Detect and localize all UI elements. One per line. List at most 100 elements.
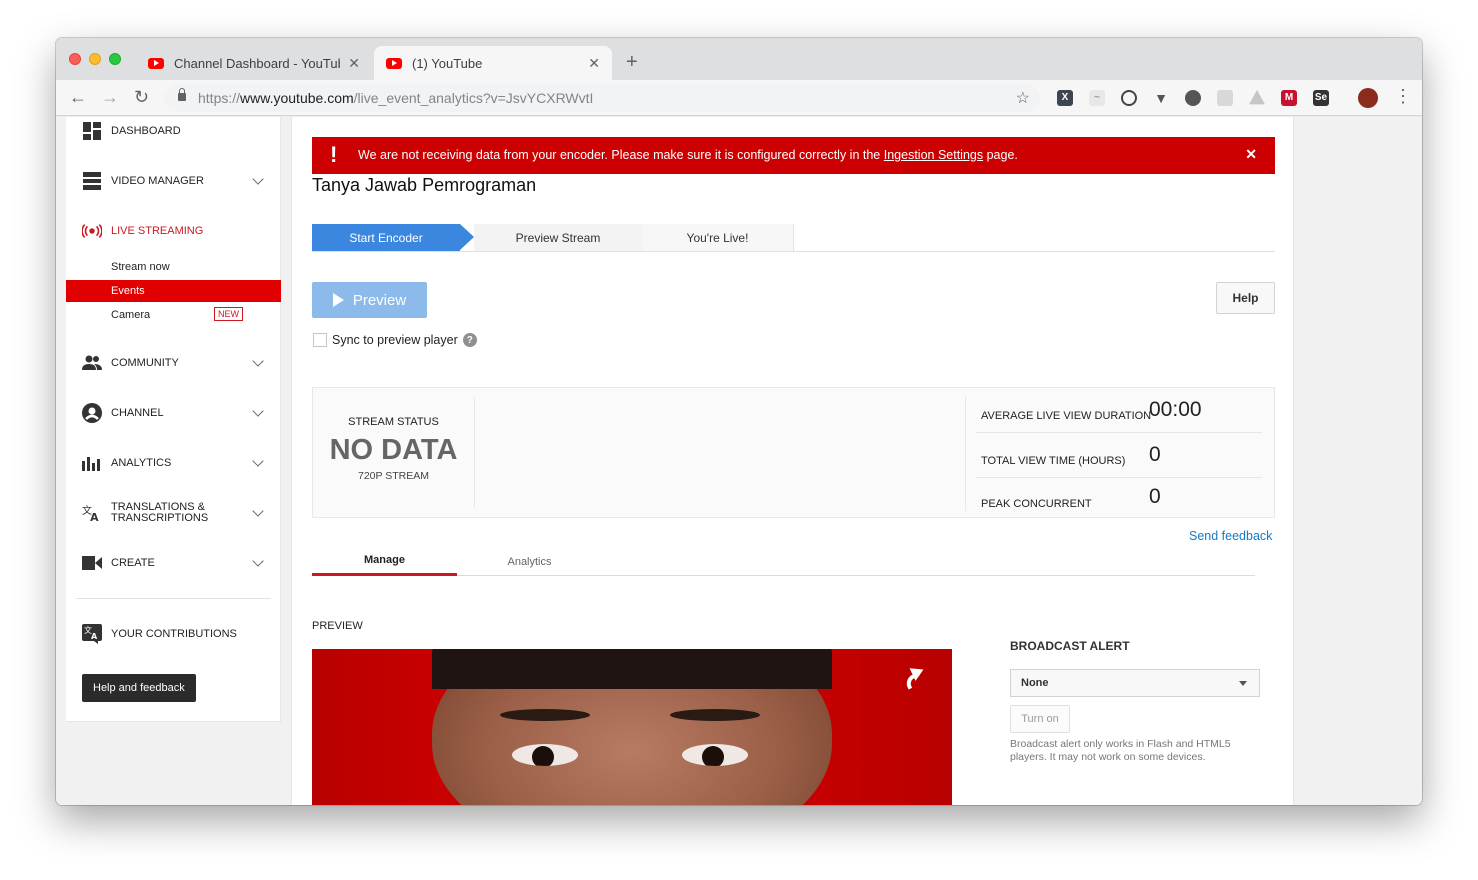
main-panel: ! We are not receiving data from your en… [291, 117, 1294, 805]
broadcast-alert-select[interactable]: None [1010, 669, 1260, 697]
sidebar-subitem-events[interactable]: Events [66, 280, 281, 302]
sidebar-subitem-stream-now[interactable]: Stream now [66, 256, 281, 278]
stream-status-card: STREAM STATUS NO DATA 720P STREAM [313, 398, 475, 508]
sidebar-item-your-contributions[interactable]: 文A YOUR CONTRIBUTIONS [66, 619, 281, 649]
preview-video-player[interactable] [312, 649, 952, 805]
extension-spy-icon[interactable] [1185, 90, 1201, 106]
back-button[interactable]: ← [69, 87, 87, 108]
stream-status-value: NO DATA [329, 434, 458, 466]
video-frame-eye [512, 744, 578, 766]
creator-sidebar: DASHBOARD VIDEO MANAGER LIVE STREAMING S… [66, 117, 281, 722]
sidebar-item-create[interactable]: CREATE [66, 548, 281, 578]
url-path: /live_event_analytics?v=JsvYCXRWvtI [353, 90, 594, 106]
sidebar-divider [76, 598, 271, 599]
browser-menu-icon[interactable]: ⋮ [1394, 86, 1412, 107]
tab-youtube[interactable]: (1) YouTube ✕ [374, 46, 612, 80]
chevron-down-icon[interactable] [252, 405, 264, 417]
tab-close-icon[interactable]: ✕ [588, 55, 600, 72]
tab-close-icon[interactable]: ✕ [348, 55, 360, 72]
metric-label: PEAK CONCURRENT [981, 498, 1092, 510]
extension-vue-icon[interactable]: ▼ [1153, 90, 1169, 106]
bookmark-star-icon[interactable]: ☆ [1016, 88, 1030, 108]
metric-label: AVERAGE LIVE VIEW DURATION [981, 410, 1152, 422]
video-frame-hair [432, 649, 832, 689]
chevron-down-icon[interactable] [252, 355, 264, 367]
new-tab-button[interactable]: + [626, 51, 638, 74]
forward-button[interactable]: → [101, 87, 119, 108]
ingestion-settings-link[interactable]: Ingestion Settings [884, 148, 983, 162]
stream-status-label: STREAM STATUS [348, 416, 439, 428]
sidebar-subitem-camera[interactable]: Camera NEW [66, 304, 281, 326]
tab-strip: Channel Dashboard - YouTube ✕ (1) YouTub… [56, 38, 1422, 80]
sidebar-item-dashboard[interactable]: DASHBOARD [66, 117, 281, 146]
tab-manage[interactable]: Manage [312, 547, 457, 576]
extension-m-icon[interactable]: M [1281, 90, 1297, 106]
chevron-down-icon[interactable] [252, 173, 264, 185]
tab-channel-dashboard[interactable]: Channel Dashboard - YouTube ✕ [136, 46, 372, 80]
extension-chat-icon[interactable] [1217, 90, 1233, 106]
sync-preview-option: Sync to preview player ? [313, 332, 477, 348]
extension-sync-icon[interactable] [1121, 90, 1137, 106]
live-broadcast-icon [82, 221, 102, 241]
sidebar-item-analytics[interactable]: ANALYTICS [66, 448, 281, 478]
stream-steps: Start Encoder Preview Stream You're Live… [312, 224, 1275, 252]
extension-x-icon[interactable]: X [1057, 90, 1073, 106]
lock-icon [178, 88, 186, 101]
video-camera-icon [82, 553, 102, 573]
url-scheme: https:// [198, 90, 241, 106]
view-metrics: AVERAGE LIVE VIEW DURATION 00:00 TOTAL V… [965, 396, 1262, 511]
encoder-alert-banner: ! We are not receiving data from your en… [312, 137, 1275, 174]
manage-analytics-tabs: Manage Analytics [312, 547, 1255, 576]
sidebar-item-translations[interactable]: 文A TRANSLATIONS & TRANSCRIPTIONS [66, 498, 281, 528]
help-button[interactable]: Help [1216, 282, 1275, 314]
close-window-button[interactable] [69, 53, 81, 65]
sidebar-item-label: CREATE [111, 556, 155, 569]
minimize-window-button[interactable] [89, 53, 101, 65]
sync-checkbox[interactable] [313, 333, 327, 347]
preview-button[interactable]: Preview [312, 282, 427, 318]
analytics-bars-icon [82, 453, 102, 473]
sidebar-item-label: TRANSLATIONS & TRANSCRIPTIONS [111, 501, 209, 524]
maximize-window-button[interactable] [109, 53, 121, 65]
youtube-favicon-icon [148, 57, 164, 69]
address-bar[interactable]: https://www.youtube.com/live_event_analy… [164, 84, 1040, 112]
metric-divider [976, 432, 1262, 433]
contributions-translate-icon: 文A [82, 624, 102, 644]
chevron-down-icon[interactable] [252, 555, 264, 567]
video-frame-brow [670, 709, 760, 721]
profile-avatar[interactable] [1358, 88, 1378, 108]
subitem-label: Camera [111, 309, 151, 321]
extension-pulse-icon[interactable]: ~ [1089, 90, 1105, 106]
reload-button[interactable]: ↻ [134, 87, 149, 108]
help-question-icon[interactable]: ? [462, 333, 477, 347]
alert-text-end: page. [983, 148, 1018, 162]
sidebar-item-label: LIVE STREAMING [111, 224, 204, 237]
sidebar-item-live-streaming[interactable]: LIVE STREAMING [66, 216, 281, 246]
video-manager-icon [82, 171, 102, 191]
broadcast-alert-selected: None [1021, 677, 1049, 689]
sidebar-item-channel[interactable]: CHANNEL [66, 398, 281, 428]
extension-selenium-icon[interactable]: Se [1313, 90, 1329, 106]
chevron-down-icon[interactable] [252, 505, 264, 517]
sidebar-item-label: VIDEO MANAGER [111, 174, 204, 187]
channel-account-icon [82, 403, 102, 423]
chevron-down-icon[interactable] [252, 455, 264, 467]
alert-close-icon[interactable]: ✕ [1245, 146, 1257, 163]
send-feedback-link[interactable]: Send feedback [1189, 529, 1272, 543]
metric-label: TOTAL VIEW TIME (HOURS) [981, 455, 1126, 467]
broadcast-alert-note: Broadcast alert only works in Flash and … [1010, 738, 1231, 763]
tab-analytics[interactable]: Analytics [457, 547, 602, 576]
dashboard-icon [82, 121, 102, 141]
subitem-label: Events [111, 285, 145, 297]
sidebar-item-community[interactable]: COMMUNITY [66, 348, 281, 378]
help-and-feedback-button[interactable]: Help and feedback [82, 674, 196, 702]
metric-peak-concurrent: PEAK CONCURRENT 0 [966, 482, 1262, 526]
url-host: www.youtube.com [240, 90, 354, 106]
stream-quality: 720P STREAM [357, 470, 429, 482]
share-icon[interactable] [909, 663, 927, 681]
metric-avg-duration: AVERAGE LIVE VIEW DURATION 00:00 [966, 396, 1262, 440]
turn-on-button[interactable]: Turn on [1010, 705, 1070, 733]
sidebar-item-video-manager[interactable]: VIDEO MANAGER [66, 166, 281, 196]
extension-drive-icon[interactable] [1249, 90, 1265, 105]
svg-text:A: A [90, 511, 99, 523]
